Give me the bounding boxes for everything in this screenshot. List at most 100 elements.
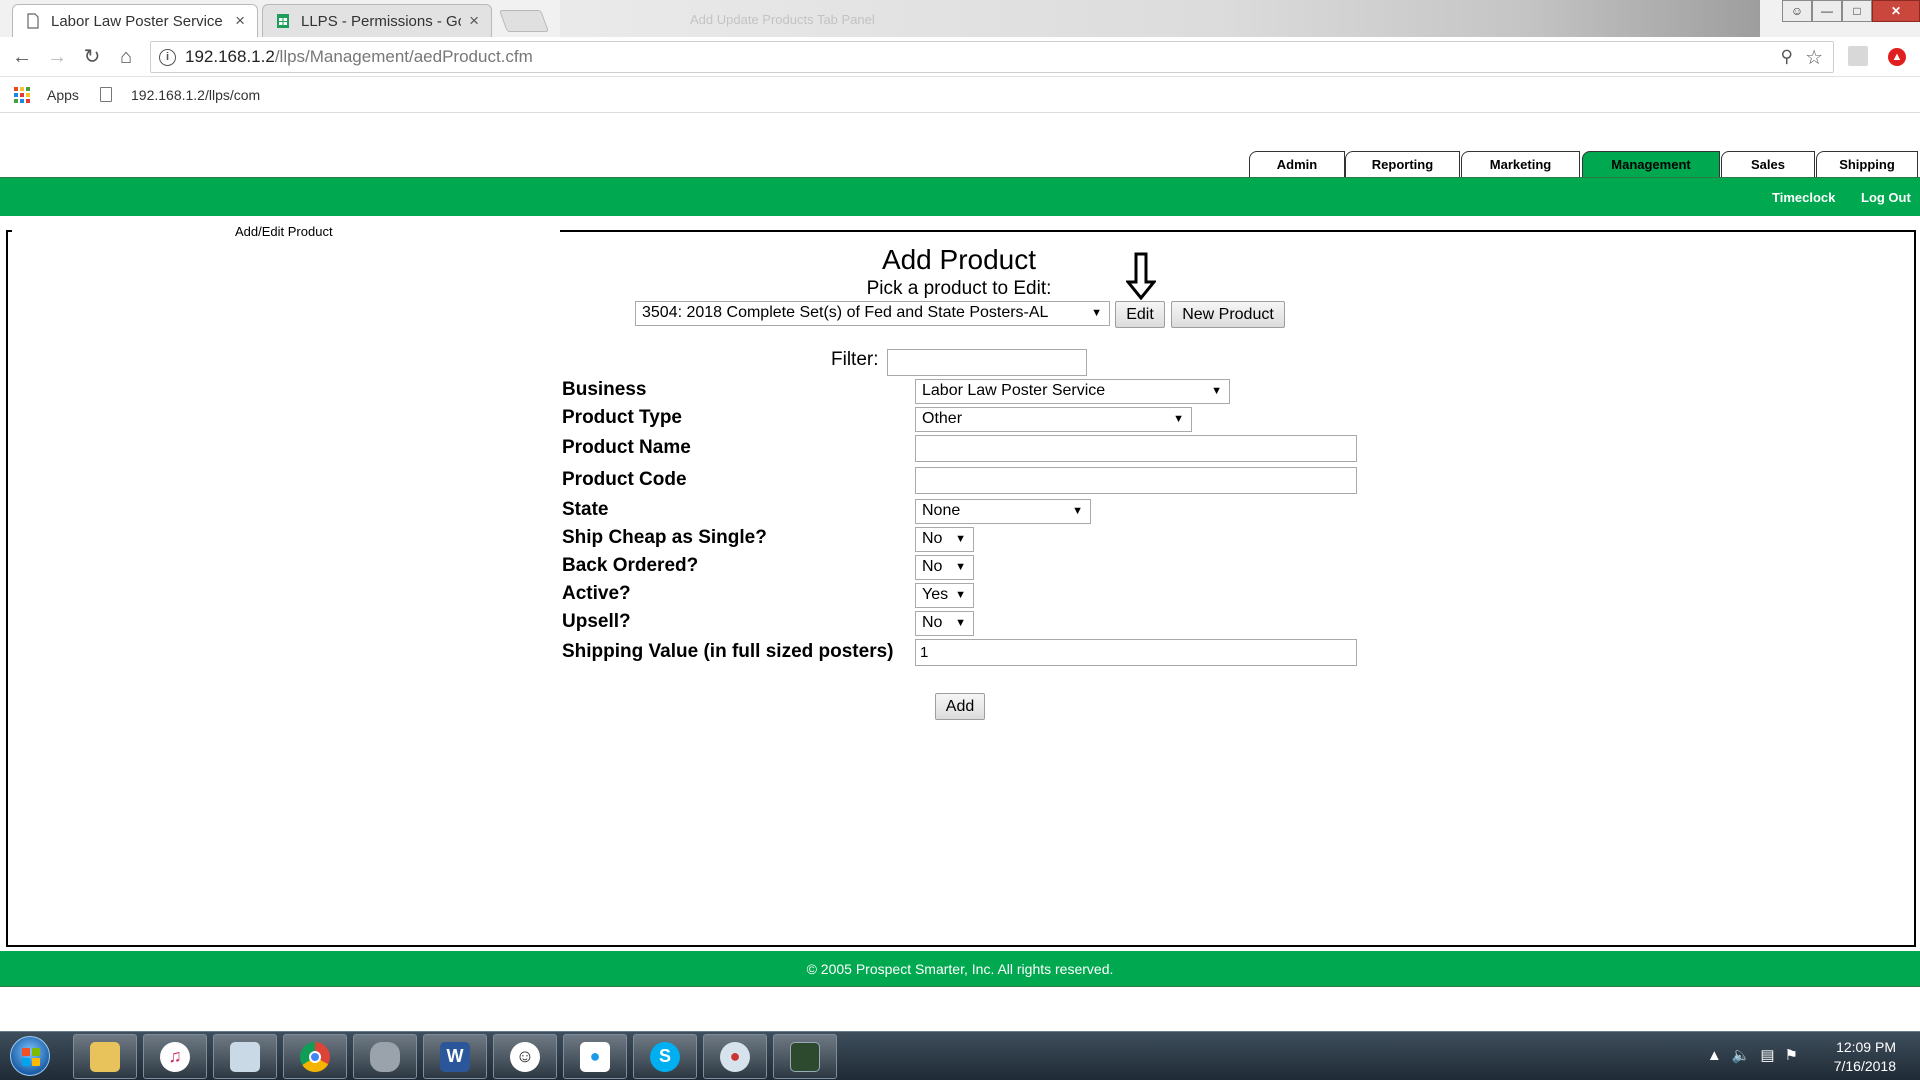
- upsell-label: Upsell?: [562, 611, 631, 632]
- pdf-extension-icon[interactable]: [1848, 46, 1868, 66]
- windows-taskbar: ♫ W ☺ ● S ● ▲🔈▤⚑ 12:09 PM 7/16/2018: [0, 1031, 1920, 1080]
- bookmark-link[interactable]: 192.168.1.2/llps/com: [131, 87, 260, 103]
- system-tray: ▲🔈▤⚑ 12:09 PM 7/16/2018: [1680, 1032, 1920, 1080]
- bookmark-apps[interactable]: Apps: [47, 87, 79, 103]
- chrome-taskbar-button[interactable]: [283, 1034, 347, 1079]
- page-icon: [27, 13, 39, 29]
- upsell-select-value: No: [922, 614, 943, 631]
- product-type-select-value: Other: [922, 410, 963, 427]
- new-product-button[interactable]: New Product: [1171, 301, 1285, 328]
- browser-tab-permissions[interactable]: LLPS - Permissions - Goo ×: [262, 4, 492, 37]
- extension-icon[interactable]: ▲: [1888, 48, 1906, 66]
- dropdown-arrow-icon: ▼: [1173, 413, 1184, 425]
- dropdown-arrow-icon: ▼: [1211, 385, 1222, 397]
- product-code-label: Product Code: [562, 469, 687, 490]
- logout-link[interactable]: Log Out: [1861, 190, 1911, 205]
- app-icon: ●: [580, 1041, 610, 1072]
- dropdown-arrow-icon: ▼: [955, 533, 966, 545]
- smiley-app-taskbar-button[interactable]: ☺: [493, 1034, 557, 1079]
- browser-toolbar: ← → ↻ ⌂ i 192.168.1.2/llps/Management/ae…: [0, 37, 1920, 77]
- tab-reporting[interactable]: Reporting: [1345, 151, 1460, 177]
- shipping-value-input[interactable]: [915, 639, 1357, 666]
- down-arrow-icon: [1126, 252, 1156, 300]
- active-label: Active?: [562, 583, 631, 604]
- dropdown-arrow-icon: ▼: [955, 617, 966, 629]
- maximize-button[interactable]: □: [1842, 0, 1872, 22]
- home-icon[interactable]: ⌂: [114, 45, 138, 69]
- copyright-text: © 2005 Prospect Smarter, Inc. All rights…: [806, 961, 1114, 977]
- page-title: Add Product: [881, 244, 1037, 275]
- forward-icon[interactable]: →: [45, 45, 69, 69]
- clock-time: 12:09 PM: [1836, 1039, 1896, 1055]
- state-select[interactable]: None ▼: [915, 499, 1091, 524]
- product-type-select[interactable]: Other ▼: [915, 407, 1192, 432]
- filter-input[interactable]: [887, 349, 1087, 376]
- upsell-select[interactable]: No ▼: [915, 611, 974, 636]
- active-select[interactable]: Yes ▼: [915, 583, 974, 608]
- show-hidden-icon[interactable]: ▲: [1707, 1047, 1732, 1064]
- browser-tabstrip: Add Update Products Tab Panel Labor Law …: [0, 0, 1920, 37]
- close-icon[interactable]: ×: [235, 11, 245, 31]
- tab-title: Labor Law Poster Service: [51, 12, 223, 30]
- photo-viewer-taskbar-button[interactable]: [213, 1034, 277, 1079]
- ship-cheap-select[interactable]: No ▼: [915, 527, 974, 552]
- business-label: Business: [562, 379, 647, 400]
- new-tab-button[interactable]: [498, 10, 550, 32]
- windows-logo-icon: [22, 1048, 40, 1066]
- timeclock-link[interactable]: Timeclock: [1772, 190, 1835, 205]
- ship-cheap-select-value: No: [922, 530, 943, 547]
- itunes-taskbar-button[interactable]: ♫: [143, 1034, 207, 1079]
- terminal-taskbar-button[interactable]: [773, 1034, 837, 1079]
- paint-taskbar-button[interactable]: ●: [703, 1034, 767, 1079]
- business-select-value: Labor Law Poster Service: [922, 382, 1106, 399]
- blue-app-taskbar-button[interactable]: ●: [563, 1034, 627, 1079]
- chrome-icon: [300, 1041, 330, 1072]
- apps-grid-icon[interactable]: [14, 87, 30, 103]
- close-icon[interactable]: ×: [469, 11, 479, 31]
- product-select[interactable]: 3504: 2018 Complete Set(s) of Fed and St…: [635, 301, 1110, 326]
- browser-tab-labor-law[interactable]: Labor Law Poster Service ×: [12, 4, 258, 37]
- bookmark-star-icon[interactable]: ☆: [1805, 45, 1823, 70]
- product-name-input[interactable]: [915, 435, 1357, 462]
- clock-date: 7/16/2018: [1833, 1058, 1896, 1074]
- add-button[interactable]: Add: [935, 693, 985, 720]
- tab-marketing[interactable]: Marketing: [1461, 151, 1580, 177]
- zoom-icon[interactable]: ⚲: [1781, 47, 1793, 67]
- minimize-button[interactable]: —: [1812, 0, 1842, 22]
- back-icon[interactable]: ←: [10, 45, 34, 69]
- tray-icons[interactable]: ▲🔈▤⚑: [1707, 1046, 1808, 1064]
- edit-button[interactable]: Edit: [1115, 301, 1165, 328]
- breadcrumb: Add/Edit Product: [235, 224, 333, 239]
- product-code-input[interactable]: [915, 467, 1357, 494]
- filter-label: Filter:: [831, 349, 879, 370]
- bookmarks-bar: Apps 192.168.1.2/llps/com: [0, 78, 1920, 113]
- volume-icon[interactable]: 🔈: [1732, 1047, 1761, 1064]
- info-icon[interactable]: i: [159, 49, 176, 66]
- database-taskbar-button[interactable]: [353, 1034, 417, 1079]
- tab-management[interactable]: Management: [1582, 151, 1720, 177]
- back-ordered-select[interactable]: No ▼: [915, 555, 974, 580]
- business-select[interactable]: Labor Law Poster Service ▼: [915, 379, 1230, 404]
- dropdown-arrow-icon: ▼: [955, 589, 966, 601]
- skype-taskbar-button[interactable]: S: [633, 1034, 697, 1079]
- site-footer: © 2005 Prospect Smarter, Inc. All rights…: [0, 951, 1920, 987]
- word-taskbar-button[interactable]: W: [423, 1034, 487, 1079]
- reload-icon[interactable]: ↻: [80, 45, 104, 69]
- tab-admin[interactable]: Admin: [1249, 151, 1345, 177]
- state-label: State: [562, 499, 609, 520]
- word-icon: W: [440, 1041, 470, 1072]
- back-ordered-label: Back Ordered?: [562, 555, 699, 576]
- flag-icon[interactable]: ⚑: [1785, 1047, 1808, 1064]
- network-icon[interactable]: ▤: [1760, 1047, 1784, 1064]
- background-window-title: Add Update Products Tab Panel: [690, 12, 875, 27]
- tab-title: LLPS - Permissions - Goo: [301, 12, 462, 30]
- address-bar[interactable]: i 192.168.1.2/llps/Management/aedProduct…: [150, 41, 1834, 73]
- close-window-button[interactable]: ✕: [1872, 0, 1920, 22]
- file-explorer-taskbar-button[interactable]: [73, 1034, 137, 1079]
- user-icon[interactable]: ☺: [1782, 0, 1812, 22]
- clock[interactable]: 12:09 PM 7/16/2018: [1834, 1038, 1896, 1076]
- dropdown-arrow-icon: ▼: [1072, 505, 1083, 517]
- tab-shipping[interactable]: Shipping: [1816, 151, 1918, 177]
- start-button[interactable]: [10, 1036, 50, 1076]
- tab-sales[interactable]: Sales: [1721, 151, 1815, 177]
